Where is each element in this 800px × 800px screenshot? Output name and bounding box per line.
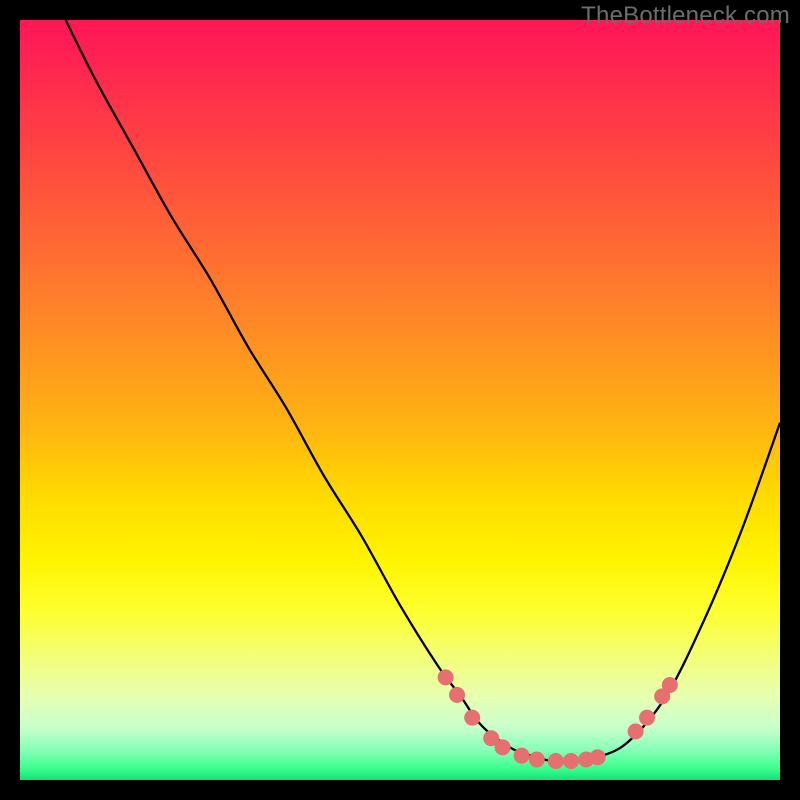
data-point — [495, 739, 511, 755]
data-point — [590, 749, 606, 765]
data-point — [449, 687, 465, 703]
chart-frame: TheBottleneck.com — [0, 0, 800, 800]
data-point — [662, 677, 678, 693]
data-point — [628, 723, 644, 739]
plot-area — [20, 20, 780, 780]
bottleneck-curve — [66, 20, 780, 761]
data-point — [563, 753, 579, 769]
watermark-text: TheBottleneck.com — [581, 2, 790, 30]
data-point — [529, 751, 545, 767]
marker-group — [438, 669, 678, 769]
data-point — [438, 669, 454, 685]
data-point — [464, 710, 480, 726]
data-point — [514, 748, 530, 764]
data-point — [548, 753, 564, 769]
chart-svg — [20, 20, 780, 780]
data-point — [639, 710, 655, 726]
